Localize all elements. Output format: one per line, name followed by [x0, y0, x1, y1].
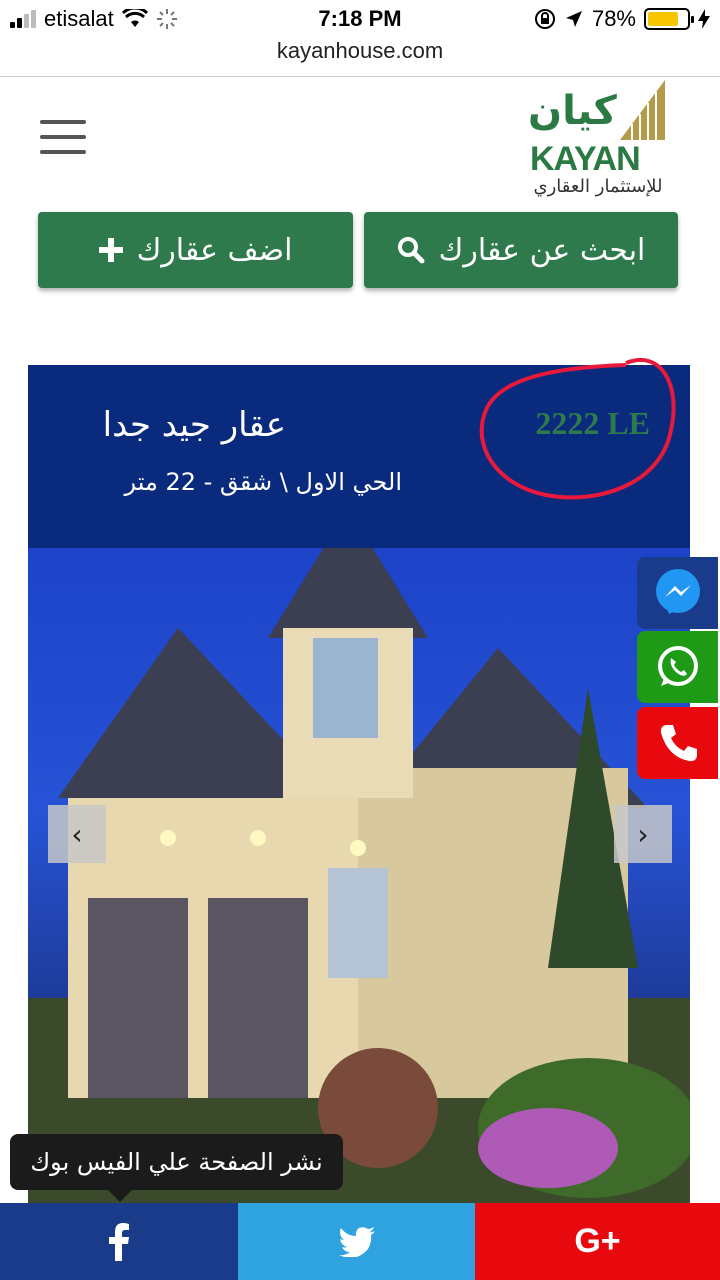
- price-highlight-circle: [479, 357, 676, 500]
- battery-icon: [644, 8, 694, 30]
- search-property-button[interactable]: ابحث عن عقارك: [364, 212, 678, 288]
- site-logo[interactable]: كيان KAYAN للإستثمار العقاري: [520, 80, 675, 205]
- carousel-next-button[interactable]: ›: [614, 805, 672, 863]
- listing-meta: الحي الاول \ شقق - 22 متر: [124, 468, 402, 496]
- add-property-button[interactable]: اضف عقارك: [38, 212, 353, 288]
- logo-bars-icon: [620, 80, 665, 140]
- status-bar: etisalat 7:18 PM 78%: [0, 0, 720, 40]
- logo-arabic: كيان: [528, 88, 617, 134]
- twitter-icon: [338, 1226, 375, 1257]
- house-illustration: [28, 548, 690, 1203]
- search-label: ابحث عن عقارك: [438, 232, 646, 268]
- carousel-prev-button[interactable]: ‹: [48, 805, 106, 863]
- google-plus-icon: G+: [574, 1222, 621, 1260]
- messenger-icon: [655, 569, 700, 614]
- logo-tagline: للإستثمار العقاري: [533, 176, 663, 197]
- share-facebook-button[interactable]: [0, 1203, 238, 1280]
- chevron-right-icon: ›: [637, 817, 649, 851]
- search-icon: [397, 237, 425, 264]
- status-right: 78%: [534, 6, 710, 32]
- share-google-plus-button[interactable]: G+: [475, 1203, 720, 1280]
- property-photo[interactable]: [28, 548, 690, 1203]
- address-bar[interactable]: kayanhouse.com: [0, 38, 720, 64]
- logo-brand: KAYAN: [530, 140, 641, 178]
- location-icon: [565, 11, 582, 27]
- share-twitter-button[interactable]: [238, 1203, 475, 1280]
- add-label: اضف عقارك: [136, 232, 293, 268]
- whatsapp-button[interactable]: [637, 631, 718, 703]
- messenger-button[interactable]: [637, 557, 718, 629]
- charging-icon: [698, 9, 710, 29]
- battery-percent: 78%: [591, 6, 636, 31]
- facebook-icon: [109, 1222, 129, 1261]
- divider: [0, 76, 720, 77]
- chevron-left-icon: ‹: [71, 817, 83, 851]
- plus-icon: [98, 238, 123, 262]
- call-button[interactable]: [637, 707, 718, 779]
- menu-icon[interactable]: [40, 120, 86, 158]
- listing-title[interactable]: عقار جيد جدا: [103, 405, 286, 445]
- share-tooltip: نشر الصفحة علي الفيس بوك: [10, 1134, 343, 1202]
- rotation-lock-icon: [534, 9, 555, 29]
- phone-icon: [660, 725, 697, 762]
- whatsapp-icon: [657, 646, 698, 686]
